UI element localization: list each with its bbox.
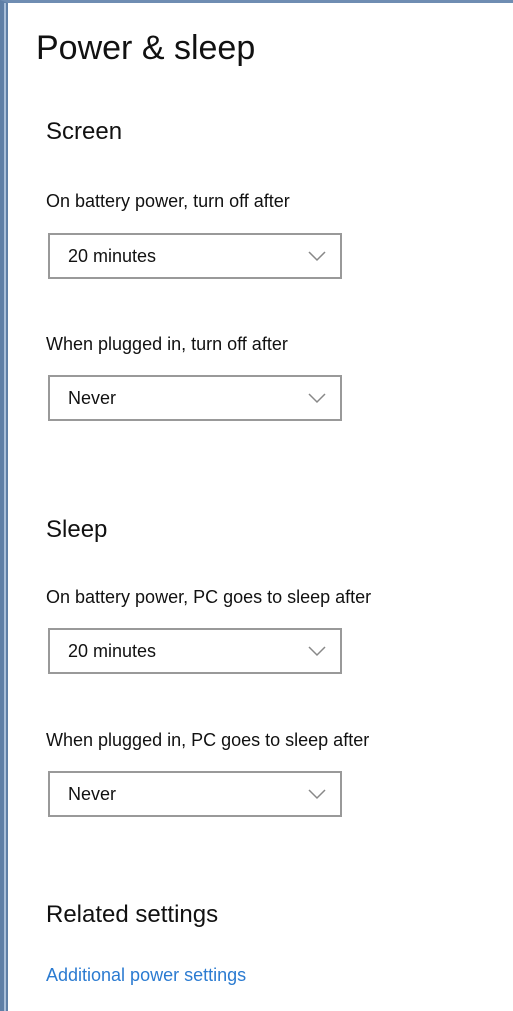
settings-window: Power & sleep Screen On battery power, t…	[0, 0, 513, 1011]
related-settings-heading: Related settings	[46, 901, 219, 928]
sleep-plugged-value: Never	[68, 784, 117, 804]
sleep-battery-dropdown[interactable]: 20 minutes	[48, 628, 342, 674]
sleep-battery-label: On battery power, PC goes to sleep after	[46, 587, 372, 607]
page-title: Power & sleep	[36, 29, 256, 67]
screen-plugged-value: Never	[68, 388, 117, 408]
screen-plugged-dropdown[interactable]: Never	[48, 375, 342, 421]
chevron-down-icon	[308, 789, 326, 800]
chevron-down-icon	[308, 646, 326, 657]
screen-battery-label: On battery power, turn off after	[46, 191, 290, 211]
chevron-down-icon	[308, 393, 326, 404]
screen-plugged-label: When plugged in, turn off after	[46, 334, 288, 354]
screen-battery-dropdown[interactable]: 20 minutes	[48, 233, 342, 279]
sleep-battery-value: 20 minutes	[68, 641, 157, 661]
additional-power-settings-link[interactable]: Additional power settings	[46, 965, 246, 986]
chevron-down-icon	[308, 251, 326, 262]
screen-heading: Screen	[46, 118, 123, 145]
sleep-plugged-dropdown[interactable]: Never	[48, 771, 342, 817]
screen-battery-value: 20 minutes	[68, 246, 157, 266]
sleep-plugged-label: When plugged in, PC goes to sleep after	[46, 730, 370, 750]
sleep-heading: Sleep	[46, 516, 108, 543]
